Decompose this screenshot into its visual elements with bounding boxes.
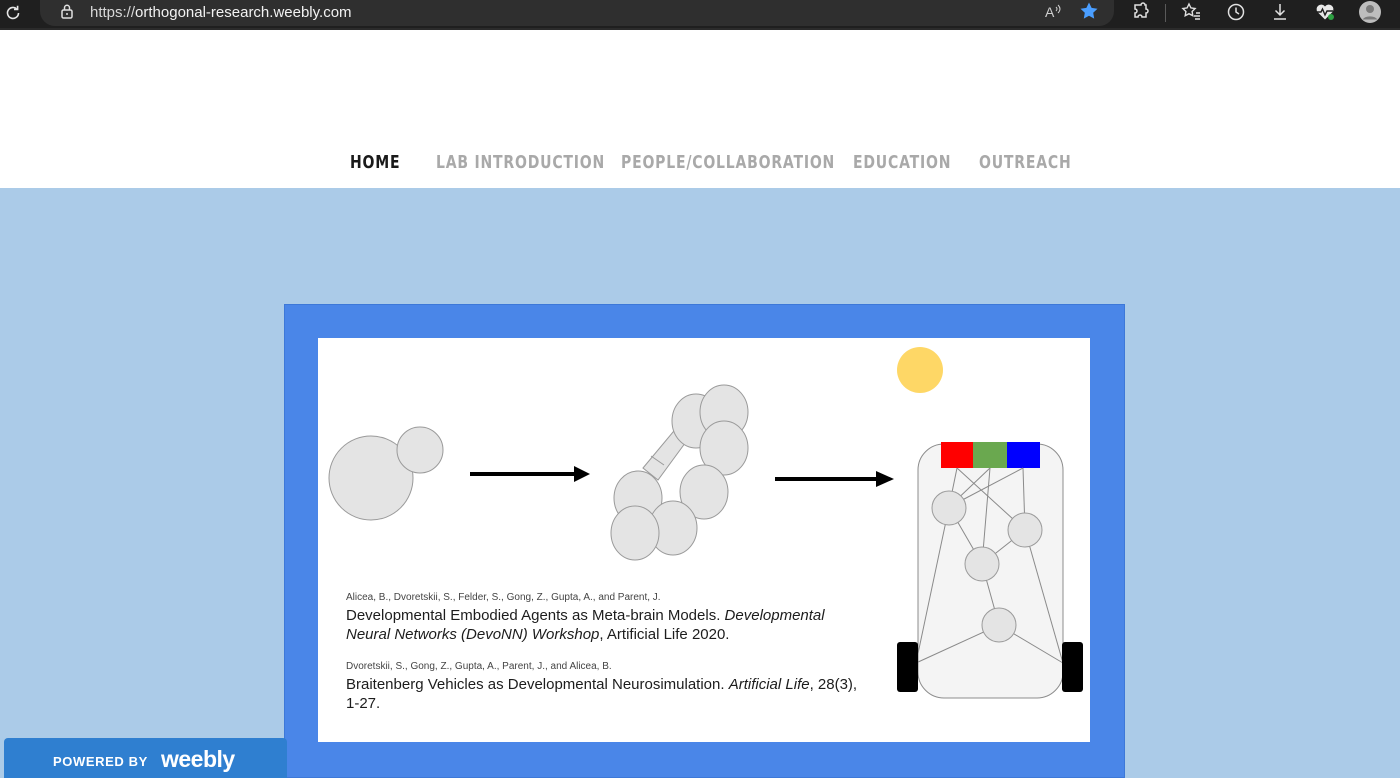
history-icon[interactable] — [1224, 0, 1248, 24]
url-text[interactable]: https://orthogonal-research.weebly.com — [90, 4, 352, 21]
citation-2-venue: Artificial Life — [728, 676, 810, 693]
neuron — [981, 607, 1017, 643]
svg-text:A: A — [1045, 4, 1055, 19]
address-bar[interactable]: https://orthogonal-research.weebly.com A — [40, 0, 1114, 26]
citation-2-title: Braitenberg Vehicles as Developmental Ne… — [346, 675, 866, 713]
site-header: HOME LAB INTRODUCTION PEOPLE/COLLABORATI… — [0, 32, 1400, 188]
sun-icon — [897, 347, 943, 393]
sensor-green — [973, 442, 1007, 468]
cell-small — [396, 426, 444, 474]
download-icon[interactable] — [1268, 0, 1292, 24]
wheel-left — [897, 642, 918, 692]
neuron — [1007, 512, 1043, 548]
extensions-icon[interactable] — [1129, 0, 1153, 24]
favorites-icon[interactable] — [1179, 0, 1203, 24]
citation-2-title-text: Braitenberg Vehicles as Developmental Ne… — [346, 676, 729, 693]
arrow-1-head — [574, 466, 590, 482]
citation-1-title: Developmental Embodied Agents as Meta-br… — [346, 606, 866, 644]
browser-toolbar: https://orthogonal-research.weebly.com A — [0, 0, 1400, 30]
profile-icon[interactable] — [1358, 0, 1382, 24]
citation-2-authors: Dvoretskii, S., Gong, Z., Gupta, A., Par… — [346, 661, 612, 672]
citation-1: Alicea, B., Dvoretskii, S., Felder, S., … — [346, 592, 866, 644]
favorite-star-icon[interactable] — [1078, 0, 1100, 22]
weebly-logo: weebly — [161, 746, 235, 772]
citation-2: Dvoretskii, S., Gong, Z., Gupta, A., Par… — [346, 661, 866, 713]
nav-people-collaboration[interactable]: PEOPLE/COLLABORATION — [621, 152, 835, 173]
citation-1-authors: Alicea, B., Dvoretskii, S., Felder, S., … — [346, 592, 661, 603]
wheel-right — [1062, 642, 1083, 692]
neuron — [931, 490, 967, 526]
citation-1-title-text: Developmental Embodied Agents as Meta-br… — [346, 607, 725, 624]
arrow-2-head — [876, 471, 894, 487]
sensor-blue — [1007, 442, 1040, 468]
nav-home[interactable]: HOME — [350, 152, 400, 173]
sensor-red — [941, 442, 973, 468]
read-aloud-icon[interactable]: A — [1042, 0, 1064, 22]
citation-1-venue-rest: , Artificial Life 2020. — [599, 626, 730, 643]
nav-education[interactable]: EDUCATION — [853, 152, 951, 173]
cluster-cell — [610, 505, 660, 561]
url-host: orthogonal-research.weebly.com — [135, 4, 352, 21]
nav-outreach[interactable]: OUTREACH — [979, 152, 1071, 173]
research-figure: Alicea, B., Dvoretskii, S., Felder, S., … — [318, 338, 1090, 742]
refresh-icon[interactable] — [2, 2, 24, 24]
powered-by-weebly-badge[interactable]: POWERED BY weebly — [4, 738, 287, 778]
url-scheme: https:// — [90, 4, 136, 21]
nav-lab-introduction[interactable]: LAB INTRODUCTION — [436, 152, 605, 173]
toolbar-separator — [1165, 4, 1166, 22]
main-navigation: HOME LAB INTRODUCTION PEOPLE/COLLABORATI… — [0, 152, 1400, 176]
neuron — [964, 546, 1000, 582]
powered-by-text: POWERED BY — [53, 754, 148, 769]
health-icon[interactable] — [1313, 0, 1337, 24]
lock-icon[interactable] — [60, 3, 74, 19]
